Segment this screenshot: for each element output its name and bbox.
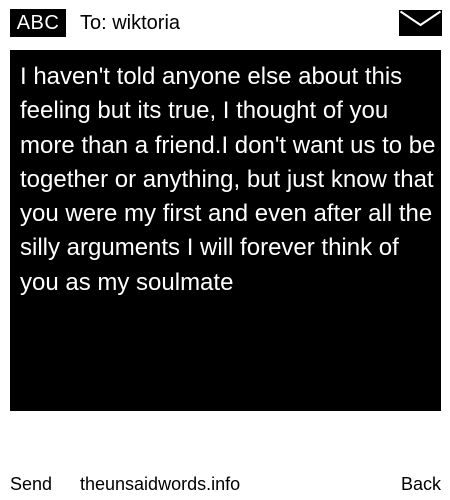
recipient-field[interactable]: To: wiktoria <box>80 9 180 37</box>
envelope-icon[interactable] <box>399 10 442 36</box>
header-bar: ABC To: wiktoria <box>0 0 450 44</box>
message-area[interactable]: I haven't told anyone else about this fe… <box>10 50 441 411</box>
message-body: I haven't told anyone else about this fe… <box>20 63 436 296</box>
send-button[interactable]: Send <box>10 470 52 498</box>
site-label: theunsaidwords.info <box>80 474 241 494</box>
softkey-bar: Send theunsaidwords.info Back <box>0 470 450 498</box>
back-button[interactable]: Back <box>401 470 441 498</box>
input-mode-badge[interactable]: ABC <box>10 9 66 37</box>
